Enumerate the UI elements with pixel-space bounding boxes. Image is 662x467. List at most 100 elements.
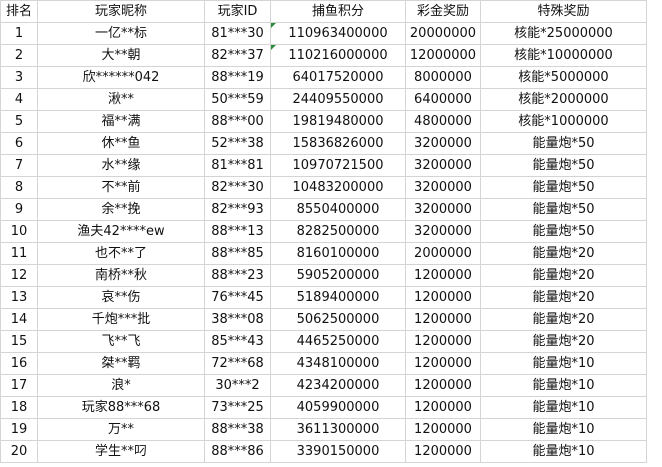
player-id-cell[interactable]: 52***38 — [204, 132, 271, 155]
player-id-cell[interactable]: 76***45 — [204, 286, 271, 309]
header-player-id[interactable]: 玩家ID — [204, 0, 271, 23]
rank-cell[interactable]: 20 — [0, 440, 38, 463]
jackpot-reward-cell[interactable]: 1200000 — [405, 374, 481, 397]
nickname-cell[interactable]: 玩家88***68 — [37, 396, 205, 419]
jackpot-reward-cell[interactable]: 3200000 — [405, 198, 481, 221]
fishing-points-cell[interactable]: 5189400000 — [270, 286, 406, 309]
player-id-cell[interactable]: 88***00 — [204, 110, 271, 133]
player-id-cell[interactable]: 82***93 — [204, 198, 271, 221]
nickname-cell[interactable]: 桀**羁 — [37, 352, 205, 375]
jackpot-reward-cell[interactable]: 1200000 — [405, 352, 481, 375]
special-reward-cell[interactable]: 能量炮*50 — [480, 132, 647, 155]
fishing-points-cell[interactable]: 64017520000 — [270, 66, 406, 89]
rank-cell[interactable]: 5 — [0, 110, 38, 133]
jackpot-reward-cell[interactable]: 3200000 — [405, 132, 481, 155]
fishing-points-cell[interactable]: 5062500000 — [270, 308, 406, 331]
nickname-cell[interactable]: 渔夫42****ew — [37, 220, 205, 243]
player-id-cell[interactable]: 38***08 — [204, 308, 271, 331]
player-id-cell[interactable]: 82***30 — [204, 176, 271, 199]
fishing-points-cell[interactable]: 10970721500 — [270, 154, 406, 177]
header-rank[interactable]: 排名 — [0, 0, 38, 23]
rank-cell[interactable]: 12 — [0, 264, 38, 287]
player-id-cell[interactable]: 72***68 — [204, 352, 271, 375]
rank-cell[interactable]: 2 — [0, 44, 38, 67]
rank-cell[interactable]: 3 — [0, 66, 38, 89]
special-reward-cell[interactable]: 能量炮*10 — [480, 396, 647, 419]
rank-cell[interactable]: 6 — [0, 132, 38, 155]
jackpot-reward-cell[interactable]: 8000000 — [405, 66, 481, 89]
nickname-cell[interactable]: 飞**飞 — [37, 330, 205, 353]
fishing-points-cell[interactable]: 15836826000 — [270, 132, 406, 155]
fishing-points-cell[interactable]: 110963400000 — [270, 22, 406, 45]
jackpot-reward-cell[interactable]: 1200000 — [405, 440, 481, 463]
player-id-cell[interactable]: 73***25 — [204, 396, 271, 419]
special-reward-cell[interactable]: 核能*2000000 — [480, 88, 647, 111]
fishing-points-cell[interactable]: 8160100000 — [270, 242, 406, 265]
nickname-cell[interactable]: 余**挽 — [37, 198, 205, 221]
nickname-cell[interactable]: 万** — [37, 418, 205, 441]
fishing-points-cell[interactable]: 8550400000 — [270, 198, 406, 221]
jackpot-reward-cell[interactable]: 1200000 — [405, 286, 481, 309]
player-id-cell[interactable]: 82***37 — [204, 44, 271, 67]
player-id-cell[interactable]: 50***59 — [204, 88, 271, 111]
special-reward-cell[interactable]: 能量炮*50 — [480, 154, 647, 177]
special-reward-cell[interactable]: 能量炮*20 — [480, 286, 647, 309]
nickname-cell[interactable]: 浪* — [37, 374, 205, 397]
nickname-cell[interactable]: 福**满 — [37, 110, 205, 133]
fishing-points-cell[interactable]: 3611300000 — [270, 418, 406, 441]
nickname-cell[interactable]: 水**缘 — [37, 154, 205, 177]
special-reward-cell[interactable]: 能量炮*20 — [480, 264, 647, 287]
rank-cell[interactable]: 17 — [0, 374, 38, 397]
special-reward-cell[interactable]: 能量炮*20 — [480, 308, 647, 331]
special-reward-cell[interactable]: 能量炮*10 — [480, 374, 647, 397]
nickname-cell[interactable]: 学生**叼 — [37, 440, 205, 463]
player-id-cell[interactable]: 88***23 — [204, 264, 271, 287]
special-reward-cell[interactable]: 能量炮*10 — [480, 418, 647, 441]
rank-cell[interactable]: 11 — [0, 242, 38, 265]
special-reward-cell[interactable]: 核能*10000000 — [480, 44, 647, 67]
fishing-points-cell[interactable]: 19819480000 — [270, 110, 406, 133]
fishing-points-cell[interactable]: 5905200000 — [270, 264, 406, 287]
special-reward-cell[interactable]: 核能*1000000 — [480, 110, 647, 133]
special-reward-cell[interactable]: 能量炮*20 — [480, 242, 647, 265]
player-id-cell[interactable]: 88***19 — [204, 66, 271, 89]
player-id-cell[interactable]: 81***81 — [204, 154, 271, 177]
rank-cell[interactable]: 14 — [0, 308, 38, 331]
special-reward-cell[interactable]: 能量炮*10 — [480, 352, 647, 375]
rank-cell[interactable]: 15 — [0, 330, 38, 353]
rank-cell[interactable]: 13 — [0, 286, 38, 309]
nickname-cell[interactable]: 南桥**秋 — [37, 264, 205, 287]
special-reward-cell[interactable]: 能量炮*50 — [480, 176, 647, 199]
rank-cell[interactable]: 18 — [0, 396, 38, 419]
rank-cell[interactable]: 8 — [0, 176, 38, 199]
player-id-cell[interactable]: 88***86 — [204, 440, 271, 463]
player-id-cell[interactable]: 88***13 — [204, 220, 271, 243]
player-id-cell[interactable]: 81***30 — [204, 22, 271, 45]
special-reward-cell[interactable]: 能量炮*20 — [480, 330, 647, 353]
jackpot-reward-cell[interactable]: 1200000 — [405, 396, 481, 419]
nickname-cell[interactable]: 欣******042 — [37, 66, 205, 89]
nickname-cell[interactable]: 大**朝 — [37, 44, 205, 67]
jackpot-reward-cell[interactable]: 3200000 — [405, 154, 481, 177]
fishing-points-cell[interactable]: 4234200000 — [270, 374, 406, 397]
jackpot-reward-cell[interactable]: 1200000 — [405, 330, 481, 353]
rank-cell[interactable]: 9 — [0, 198, 38, 221]
special-reward-cell[interactable]: 能量炮*10 — [480, 440, 647, 463]
rank-cell[interactable]: 19 — [0, 418, 38, 441]
nickname-cell[interactable]: 休**鱼 — [37, 132, 205, 155]
rank-cell[interactable]: 16 — [0, 352, 38, 375]
rank-cell[interactable]: 1 — [0, 22, 38, 45]
jackpot-reward-cell[interactable]: 2000000 — [405, 242, 481, 265]
nickname-cell[interactable]: 一亿**标 — [37, 22, 205, 45]
jackpot-reward-cell[interactable]: 3200000 — [405, 176, 481, 199]
nickname-cell[interactable]: 千炮***批 — [37, 308, 205, 331]
nickname-cell[interactable]: 哀**伤 — [37, 286, 205, 309]
fishing-points-cell[interactable]: 110216000000 — [270, 44, 406, 67]
fishing-points-cell[interactable]: 3390150000 — [270, 440, 406, 463]
fishing-points-cell[interactable]: 4465250000 — [270, 330, 406, 353]
fishing-points-cell[interactable]: 8282500000 — [270, 220, 406, 243]
nickname-cell[interactable]: 也不**了 — [37, 242, 205, 265]
jackpot-reward-cell[interactable]: 4800000 — [405, 110, 481, 133]
header-nickname[interactable]: 玩家昵称 — [37, 0, 205, 23]
jackpot-reward-cell[interactable]: 12000000 — [405, 44, 481, 67]
